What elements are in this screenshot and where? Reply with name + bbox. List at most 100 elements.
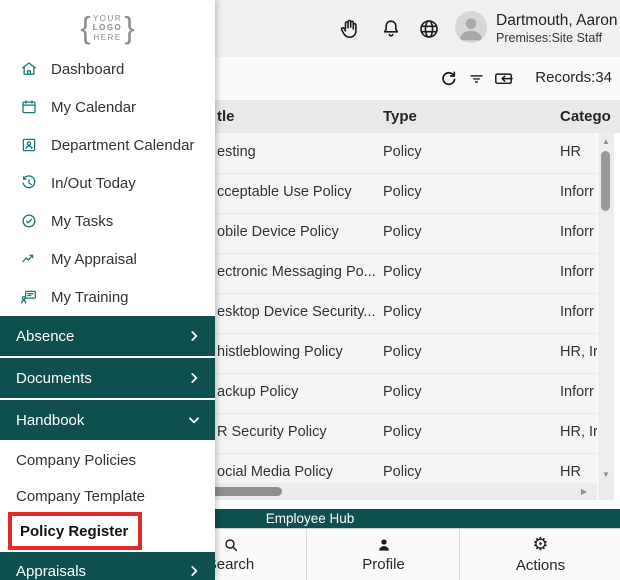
cell-title: ackup Policy [217,384,299,400]
subitem-label: Company Policies [16,451,137,469]
sidebar-item-my-calendar[interactable]: My Calendar [0,88,215,126]
sidebar-item-dashboard[interactable]: Dashboard [0,50,215,88]
column-header-category[interactable]: Catego [560,108,611,125]
trend-chart-icon [20,250,38,268]
cell-title: histleblowing Policy [217,344,343,360]
user-name[interactable]: Dartmouth, Aaron [496,12,617,30]
scroll-right-icon[interactable]: ▶ [581,487,587,496]
wave-hand-icon[interactable] [338,17,362,41]
cell-type: Policy [383,304,422,320]
check-circle-icon [20,212,38,230]
scrollbar-corner [598,483,614,500]
cell-type: Policy [383,184,422,200]
globe-icon[interactable] [417,17,441,41]
vertical-scrollbar[interactable]: ▲ ▼ [598,133,614,483]
calendar-icon [20,98,38,116]
sidebar-section-handbook[interactable]: Handbook [0,400,215,440]
section-label: Appraisals [16,562,87,580]
refresh-icon[interactable] [438,68,459,89]
placeholder-logo: { YOUR LOGO HERE } [0,8,215,48]
profile-icon [376,537,392,553]
cell-category: HR [560,144,581,160]
cell-category: Inforr [560,184,594,200]
sidebar-item-label: Department Calendar [51,136,195,154]
cell-type: Policy [383,224,422,240]
user-role: Premises:Site Staff [496,31,603,45]
clock-history-icon [20,174,38,192]
cell-type: Policy [383,384,422,400]
sidebar-item-label: My Training [51,288,129,306]
sidebar-item-in-out-today[interactable]: In/Out Today [0,164,215,202]
profile-button[interactable]: Profile [306,529,460,580]
subitem-label: Company Template [16,487,145,505]
vertical-scrollbar-thumb[interactable] [601,151,610,211]
cell-category: HR, Ir [560,424,597,440]
cell-title: obile Device Policy [217,224,339,240]
cell-category: Inforr [560,384,594,400]
cell-title: esktop Device Security... [217,304,376,320]
cell-category: Inforr [560,304,594,320]
badge-calendar-icon [20,136,38,154]
logo-left-brace: { [80,10,91,45]
actions-button-label: Actions [515,557,566,574]
sidebar-subitem-policy-register[interactable]: Policy Register [8,512,142,550]
chevron-right-icon [187,371,201,385]
training-icon [20,288,38,306]
chevron-right-icon [187,564,201,578]
column-header-title[interactable]: tle [217,108,235,125]
import-icon[interactable] [493,68,514,89]
cell-category: Inforr [560,224,594,240]
sidebar-subitem-company-template[interactable]: Company Template [0,478,215,514]
section-label: Documents [16,369,92,387]
profile-button-label: Profile [362,556,405,573]
section-label: Handbook [16,411,85,429]
sidebar-item-label: In/Out Today [51,174,136,192]
scroll-up-icon[interactable]: ▲ [598,137,614,146]
scroll-down-icon[interactable]: ▼ [598,470,614,479]
logo-line: LOGO [92,23,123,33]
cell-title: cceptable Use Policy [217,184,352,200]
cell-type: Policy [383,424,422,440]
employee-hub-app: Dartmouth, Aaron Premises:Site Staff Rec… [0,0,620,580]
sidebar-item-label: My Tasks [51,212,114,230]
sidebar-item-label: Dashboard [51,60,125,78]
cell-type: Policy [383,344,422,360]
sidebar-item-my-training[interactable]: My Training [0,278,215,316]
subitem-label: Policy Register [20,522,129,540]
cell-type: Policy [383,144,422,160]
cell-type: Policy [383,264,422,280]
sidebar-item-label: My Calendar [51,98,137,116]
column-header-type[interactable]: Type [383,108,417,125]
sidebar-item-label: My Appraisal [51,250,137,268]
logo-line: YOUR [92,13,123,23]
search-icon [223,537,239,553]
sidebar-subitem-company-policies[interactable]: Company Policies [0,442,215,478]
home-icon [20,60,38,78]
bell-icon[interactable] [379,17,403,41]
chevron-down-icon [187,413,201,427]
horizontal-scrollbar-thumb[interactable] [210,487,282,496]
records-count: Records:34 [535,69,612,86]
sidebar-section-absence[interactable]: Absence [0,316,215,356]
cell-type: Policy [383,464,422,480]
sidebar-item-my-tasks[interactable]: My Tasks [0,202,215,240]
sidebar-section-documents[interactable]: Documents [0,358,215,398]
sidebar-item-my-appraisal[interactable]: My Appraisal [0,240,215,278]
cell-title: esting [217,144,256,160]
user-avatar[interactable] [455,11,487,43]
logo-right-brace: } [124,10,135,45]
cell-category: HR [560,464,581,480]
logo-line: HERE [93,32,122,42]
actions-button[interactable]: ⚙ Actions [459,529,620,580]
chevron-right-icon [187,329,201,343]
filter-icon[interactable] [466,68,487,89]
sidebar-section-appraisals[interactable]: Appraisals [0,552,215,580]
cell-title: R Security Policy [217,424,327,440]
section-label: Absence [16,327,75,345]
cell-category: HR, Ir [560,344,597,360]
sidebar-item-department-calendar[interactable]: Department Calendar [0,126,215,164]
sidebar-menu: { YOUR LOGO HERE } Dashboard My Calendar… [0,0,215,580]
cell-category: Inforr [560,264,594,280]
cell-title: ocial Media Policy [217,464,334,480]
cell-title: ectronic Messaging Po... [217,264,376,280]
